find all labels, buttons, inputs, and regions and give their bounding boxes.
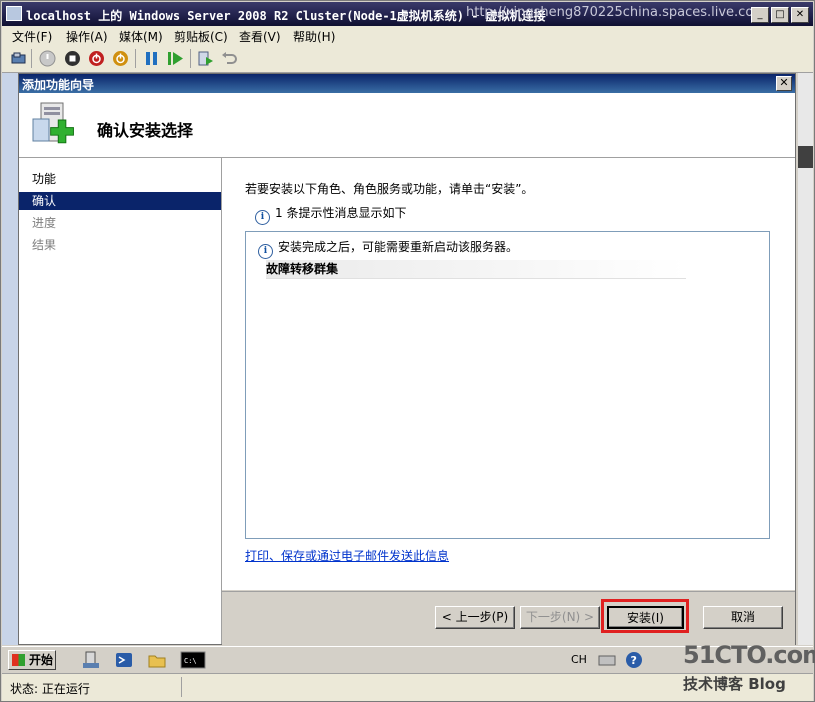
info-summary: i 1 条提示性消息显示如下 bbox=[255, 204, 406, 225]
info-icon: i bbox=[255, 210, 270, 225]
selection-summary-box[interactable]: i 安装完成之后，可能需要重新启动该服务器。 故障转移群集 bbox=[245, 231, 770, 539]
url-watermark: http://xingsheng870225china.spaces.live.… bbox=[466, 5, 766, 20]
svg-text:C:\: C:\ bbox=[184, 657, 197, 665]
step-progress: 进度 bbox=[32, 216, 57, 230]
add-features-wizard: 添加功能向导 ✕ 确认安装选择 功能 确认 进度 结果 若要安装以下角色、角色服… bbox=[18, 73, 796, 645]
ctrl-alt-del-icon[interactable] bbox=[10, 50, 27, 67]
scrollbar-thumb[interactable] bbox=[798, 146, 813, 168]
wizard-close-button[interactable]: ✕ bbox=[776, 76, 792, 91]
windows-flag-icon bbox=[12, 654, 25, 666]
start-button[interactable]: 开始 bbox=[8, 650, 56, 670]
info-icon: i bbox=[258, 244, 273, 259]
wizard-content: 若要安装以下角色、角色服务或功能，请单击“安装”。 i1 条提示性消息显示如下 … bbox=[222, 158, 795, 590]
51cto-watermark: 51CTO.com bbox=[683, 641, 815, 669]
vm-titlebar[interactable]: localhost 上的 Windows Server 2008 R2 Clus… bbox=[2, 2, 813, 26]
help-icon[interactable]: ? bbox=[625, 651, 643, 669]
explorer-folder-icon[interactable] bbox=[148, 651, 166, 669]
vm-monitor-icon bbox=[6, 6, 22, 21]
menu-help[interactable]: 帮助(H) bbox=[293, 28, 335, 45]
revert-icon[interactable] bbox=[221, 50, 238, 67]
wizard-footer: < 上一步(P) 下一步(N) > 安装(I) 取消 bbox=[222, 591, 795, 645]
resume-icon[interactable] bbox=[167, 50, 184, 67]
vm-connection-window: localhost 上的 Windows Server 2008 R2 Clus… bbox=[0, 0, 815, 702]
menu-view[interactable]: 查看(V) bbox=[239, 28, 281, 45]
menu-file[interactable]: 文件(F) bbox=[12, 28, 52, 45]
vm-status: 状态: 正在运行 bbox=[10, 682, 90, 696]
minimize-button[interactable]: _ bbox=[751, 7, 769, 23]
status-separator bbox=[181, 677, 182, 697]
wizard-titlebar[interactable]: 添加功能向导 ✕ bbox=[19, 74, 795, 93]
close-button[interactable]: ✕ bbox=[791, 7, 809, 23]
intro-text: 若要安装以下角色、角色服务或功能，请单击“安装”。 bbox=[245, 182, 534, 196]
input-language[interactable]: CH bbox=[571, 653, 587, 666]
server-manager-icon[interactable] bbox=[82, 651, 100, 669]
print-save-email-link[interactable]: 打印、保存或通过电子邮件发送此信息 bbox=[245, 547, 449, 564]
menubar: 文件(F) 操作(A) 媒体(M) 剪贴板(C) 查看(V) 帮助(H) bbox=[2, 26, 813, 45]
toolbar-separator bbox=[135, 49, 136, 68]
toolbar-separator bbox=[31, 49, 32, 68]
desktop-background-left bbox=[2, 73, 18, 645]
info-summary-text: 1 条提示性消息显示如下 bbox=[275, 206, 407, 220]
start-icon[interactable] bbox=[39, 50, 56, 67]
menu-clipboard[interactable]: 剪贴板(C) bbox=[174, 28, 228, 45]
install-highlight-annotation bbox=[601, 599, 689, 633]
step-results: 结果 bbox=[32, 238, 57, 252]
save-icon[interactable] bbox=[112, 50, 129, 67]
command-prompt-icon[interactable]: C:\ bbox=[180, 651, 206, 669]
wizard-title: 添加功能向导 bbox=[22, 78, 95, 92]
restart-message-text: 安装完成之后，可能需要重新启动该服务器。 bbox=[278, 240, 519, 254]
start-label: 开始 bbox=[29, 653, 54, 667]
shutdown-icon[interactable] bbox=[88, 50, 105, 67]
wizard-header: 确认安装选择 bbox=[19, 93, 795, 158]
keyboard-icon[interactable] bbox=[598, 651, 616, 669]
powershell-icon[interactable] bbox=[115, 651, 133, 669]
menu-media[interactable]: 媒体(M) bbox=[119, 28, 163, 45]
restore-button[interactable]: □ bbox=[771, 7, 789, 23]
previous-button[interactable]: < 上一步(P) bbox=[435, 606, 515, 629]
wizard-page-title: 确认安装选择 bbox=[97, 121, 194, 140]
svg-text:?: ? bbox=[631, 654, 637, 667]
pause-icon[interactable] bbox=[143, 50, 160, 67]
next-button: 下一步(N) > bbox=[520, 606, 600, 629]
window-controls: _ □ ✕ bbox=[751, 7, 809, 23]
toolbar bbox=[2, 45, 813, 73]
restart-message: i 安装完成之后，可能需要重新启动该服务器。 bbox=[258, 238, 518, 259]
step-features[interactable]: 功能 bbox=[19, 170, 221, 188]
wizard-steps: 功能 确认 进度 结果 bbox=[19, 158, 222, 644]
server-add-icon bbox=[32, 102, 74, 144]
snapshot-icon[interactable] bbox=[197, 50, 214, 67]
turn-off-icon[interactable] bbox=[64, 50, 81, 67]
cancel-button[interactable]: 取消 bbox=[703, 606, 783, 629]
toolbar-separator bbox=[190, 49, 191, 68]
feature-failover-clustering: 故障转移群集 bbox=[266, 260, 686, 279]
step-confirmation[interactable]: 确认 bbox=[19, 192, 221, 210]
tech-blog-watermark: 技术博客 Blog bbox=[683, 675, 786, 693]
menu-action[interactable]: 操作(A) bbox=[66, 28, 108, 45]
